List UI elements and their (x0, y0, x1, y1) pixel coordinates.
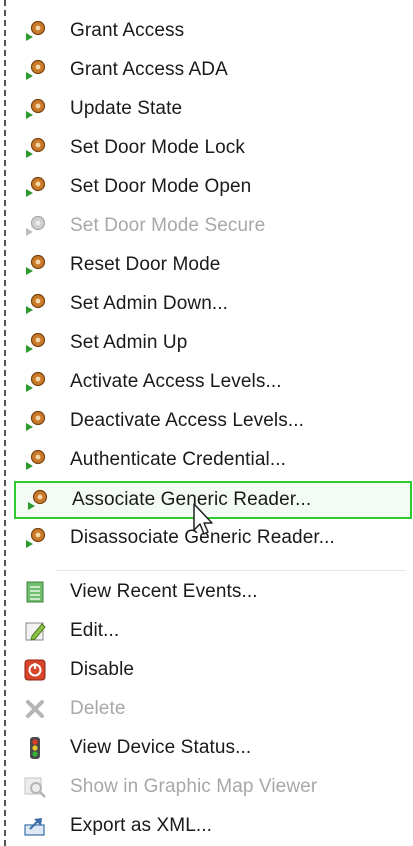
menu-item-label: Set Admin Down... (70, 293, 228, 314)
door-command-icon (22, 330, 48, 356)
door-command-icon (22, 135, 48, 161)
menu-item-label: Authenticate Credential... (70, 449, 286, 470)
menu-item-label: View Device Status... (70, 737, 252, 758)
door-command-icon (22, 213, 48, 239)
door-command-icon (22, 174, 48, 200)
menu-item-label: Grant Access ADA (70, 59, 228, 80)
door-command-icon (22, 525, 48, 551)
menu-item-reset-door-mode[interactable]: Reset Door Mode (14, 246, 406, 284)
menu-item-set-door-mode-secure[interactable]: Set Door Mode Secure (14, 207, 406, 245)
menu-item-view-device-status[interactable]: View Device Status... (14, 729, 406, 767)
menu-item-update-state[interactable]: Update State (14, 90, 406, 128)
menu-item-label: Disable (70, 659, 135, 680)
menu-item-view-recent-events[interactable]: View Recent Events... (14, 573, 406, 611)
door-command-icon (22, 369, 48, 395)
menu-item-label: Set Door Mode Lock (70, 137, 245, 158)
mouse-pointer-icon (193, 503, 213, 535)
map-search-icon (22, 774, 48, 800)
export-icon (22, 813, 48, 839)
menu-item-export-as-xml[interactable]: Export as XML... (14, 807, 406, 845)
door-command-icon (22, 408, 48, 434)
delete-icon (22, 696, 48, 722)
menu-item-label: Show in Graphic Map Viewer (70, 776, 318, 797)
menu-item-set-door-mode-open[interactable]: Set Door Mode Open (14, 168, 406, 206)
traffic-light-icon (22, 735, 48, 761)
menu-item-label: Export as XML... (70, 815, 213, 836)
menu-separator (56, 570, 406, 571)
door-command-icon (22, 291, 48, 317)
edit-icon (22, 618, 48, 644)
door-command-icon (22, 96, 48, 122)
door-command-icon (22, 57, 48, 83)
door-command-icon (22, 447, 48, 473)
menu-item-label: Grant Access (70, 20, 185, 41)
menu-item-set-admin-down[interactable]: Set Admin Down... (14, 285, 406, 323)
menu-left-border (4, 0, 6, 846)
menu-item-label: View Recent Events... (70, 581, 258, 602)
door-command-icon (22, 252, 48, 278)
menu-item-show-in-graphic-map-viewer[interactable]: Show in Graphic Map Viewer (14, 768, 406, 806)
menu-item-edit[interactable]: Edit... (14, 612, 406, 650)
menu-item-label: Edit... (70, 620, 120, 641)
menu-item-label: Deactivate Access Levels... (70, 410, 304, 431)
menu-item-label: Set Admin Up (70, 332, 188, 353)
disable-icon (22, 657, 48, 683)
menu-item-disable[interactable]: Disable (14, 651, 406, 689)
event-list-icon (22, 579, 48, 605)
context-menu: Grant Access Grant Access ADA Update Sta… (0, 0, 413, 846)
menu-item-set-door-mode-lock[interactable]: Set Door Mode Lock (14, 129, 406, 167)
menu-item-label: Update State (70, 98, 183, 119)
menu-item-label: Delete (70, 698, 126, 719)
menu-item-set-admin-up[interactable]: Set Admin Up (14, 324, 406, 362)
menu-item-grant-access-ada[interactable]: Grant Access ADA (14, 51, 406, 89)
menu-item-label: Set Door Mode Secure (70, 215, 266, 236)
menu-item-label: Activate Access Levels... (70, 371, 282, 392)
menu-item-delete[interactable]: Delete (14, 690, 406, 728)
menu-item-deactivate-access-levels[interactable]: Deactivate Access Levels... (14, 402, 406, 440)
menu-item-label: Reset Door Mode (70, 254, 221, 275)
door-command-icon (24, 487, 50, 513)
door-command-icon (22, 18, 48, 44)
menu-item-label: Set Door Mode Open (70, 176, 252, 197)
menu-item-grant-access[interactable]: Grant Access (14, 12, 406, 50)
menu-item-authenticate-credential[interactable]: Authenticate Credential... (14, 441, 406, 479)
menu-item-activate-access-levels[interactable]: Activate Access Levels... (14, 363, 406, 401)
